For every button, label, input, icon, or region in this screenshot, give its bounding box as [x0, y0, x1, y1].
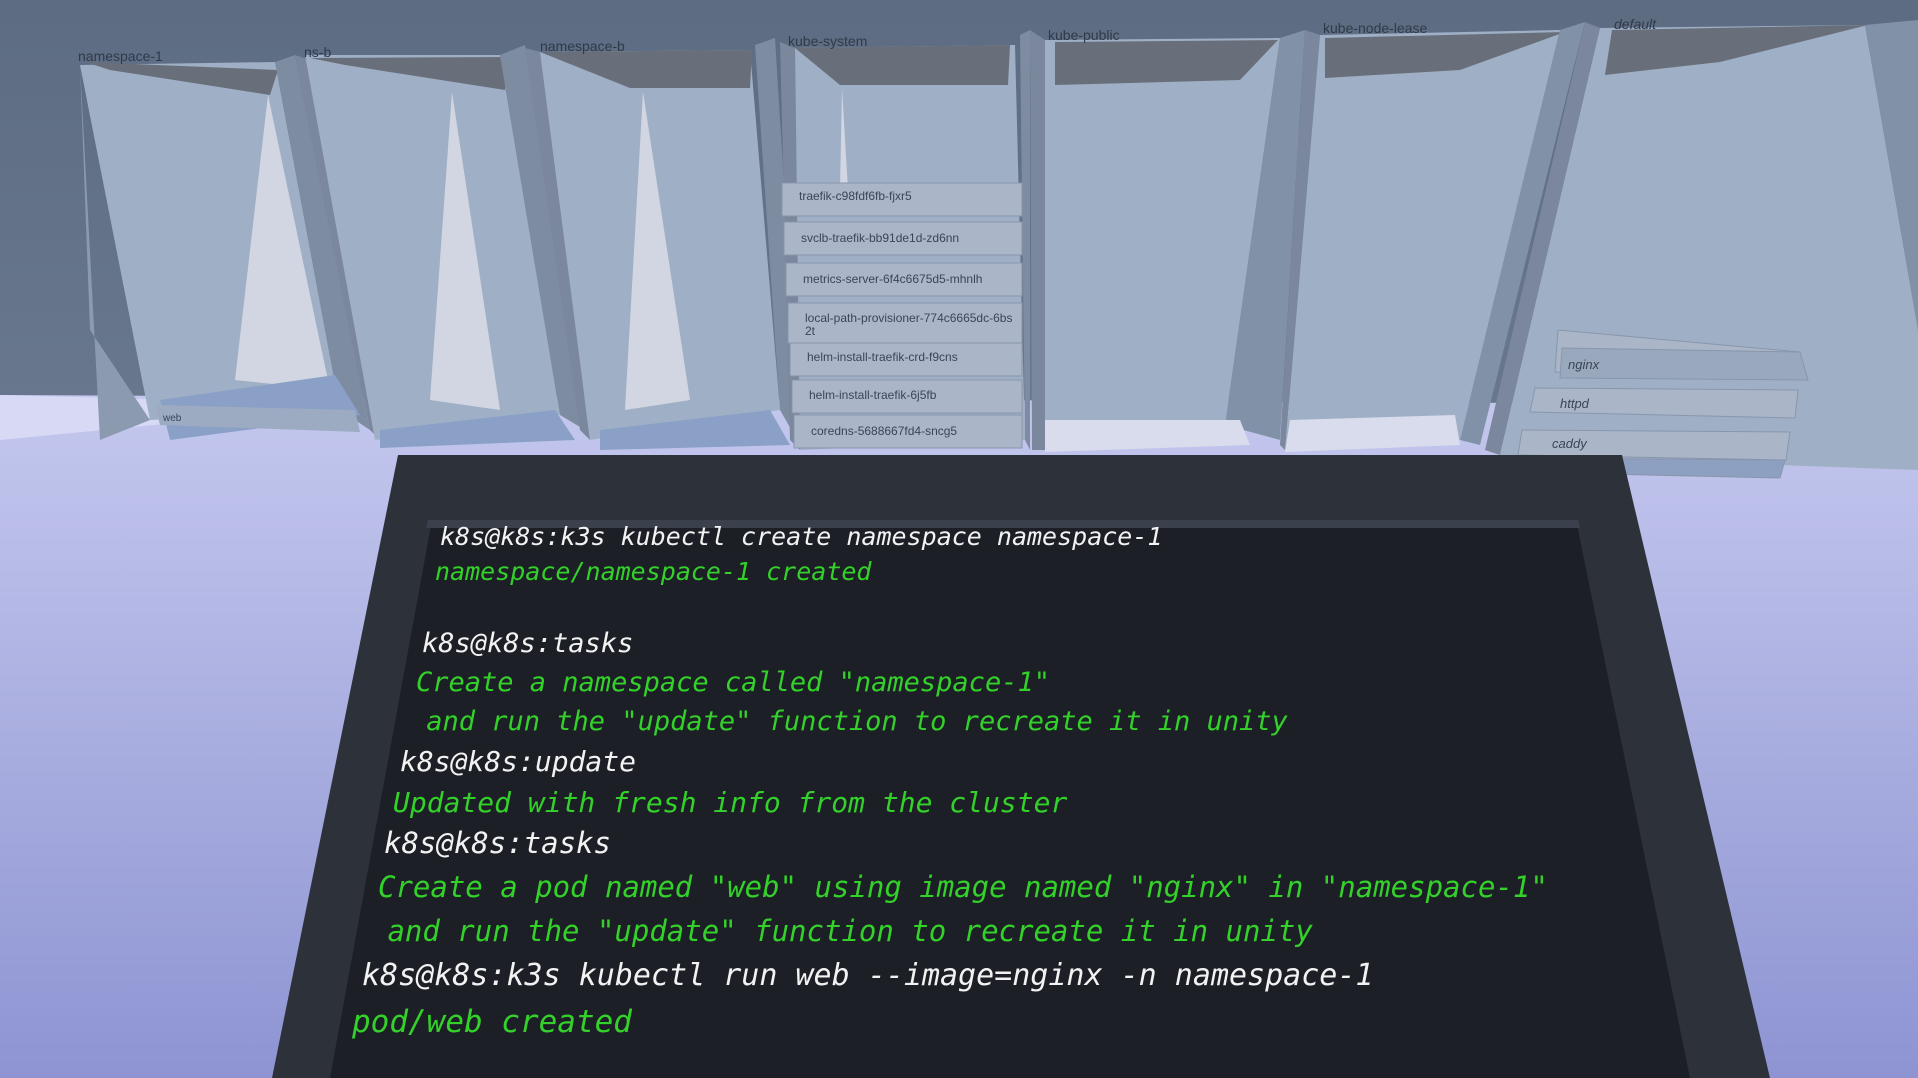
namespace-label: namespace-b	[540, 38, 625, 54]
namespace-label: kube-system	[788, 33, 868, 49]
terminal-line-command: k8s@k8s:tasks	[384, 826, 611, 860]
pod-helm-install-traefik[interactable]: helm-install-traefik-6j5fb	[809, 389, 936, 402]
terminal-line-command: k8s@k8s:k3s kubectl run web --image=ngin…	[362, 958, 1374, 993]
terminal-line-output: pod/web created	[352, 1004, 632, 1040]
namespace-booth-kube-public	[1030, 30, 1305, 452]
pod-svclb-traefik[interactable]: svclb-traefik-bb91de1d-zd6nn	[801, 232, 959, 245]
pod-traefik[interactable]: traefik-c98fdf6fb-fjxr5	[799, 190, 912, 203]
namespace-label: default	[1614, 16, 1657, 32]
namespace-label: kube-public	[1048, 27, 1120, 43]
terminal-line-command: k8s@k8s:tasks	[422, 628, 634, 659]
pod-caddy[interactable]: caddy	[1552, 437, 1587, 450]
pod-coredns[interactable]: coredns-5688667fd4-sncg5	[811, 425, 957, 438]
namespace-label: ns-b	[304, 44, 332, 60]
namespace-label: kube-node-lease	[1323, 20, 1428, 36]
terminal-line-output: Create a pod named "web" using image nam…	[378, 870, 1548, 904]
terminal-line-output: Create a namespace called "namespace-1"	[416, 667, 1050, 698]
pod-nginx[interactable]: nginx	[1568, 358, 1599, 371]
pod-helm-install-traefik-crd[interactable]: helm-install-traefik-crd-f9cns	[807, 351, 958, 364]
pod-web[interactable]: web	[163, 412, 181, 425]
terminal-line-output: and run the "update" function to recreat…	[370, 914, 1313, 948]
terminal-line-output: Updated with fresh info from the cluster	[393, 786, 1068, 819]
terminal-line-command: k8s@k8s:k3s kubectl create namespace nam…	[440, 522, 1163, 551]
terminal-line-command: k8s@k8s:update	[400, 745, 637, 778]
terminal-line-output: namespace/namespace-1 created	[435, 557, 872, 586]
terminal-line-output: and run the "update" function to recreat…	[410, 706, 1288, 737]
pod-httpd[interactable]: httpd	[1560, 397, 1589, 410]
pod-local-path-provisioner[interactable]: local-path-provisioner-774c6665dc-6bs2t	[805, 312, 1015, 338]
pod-metrics-server[interactable]: metrics-server-6f4c6675d5-mhnlh	[803, 273, 982, 286]
namespace-label: namespace-1	[78, 48, 163, 64]
